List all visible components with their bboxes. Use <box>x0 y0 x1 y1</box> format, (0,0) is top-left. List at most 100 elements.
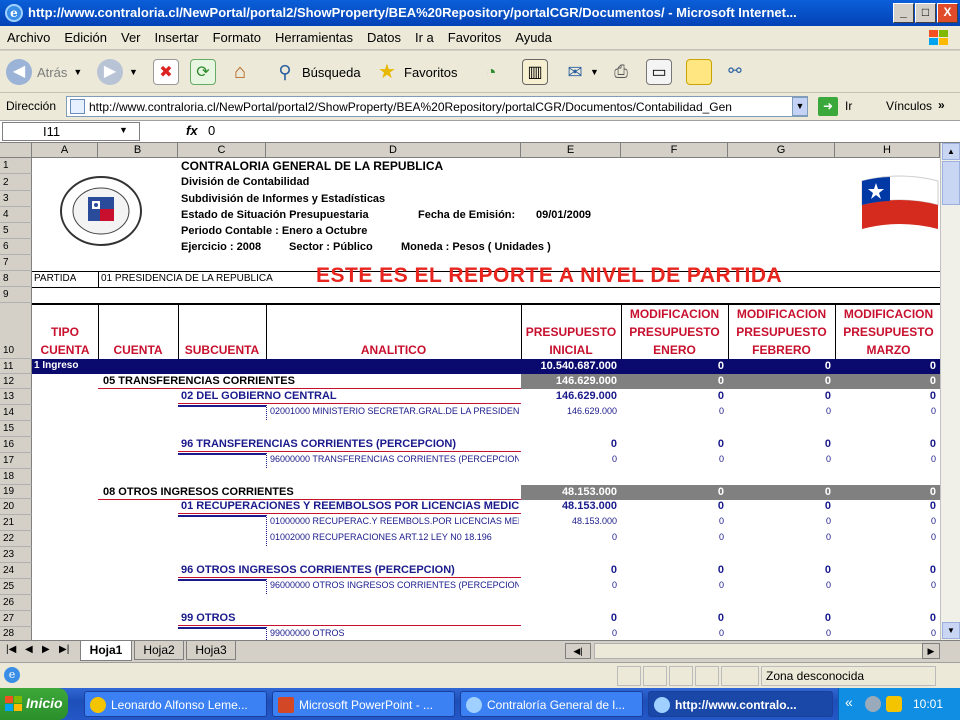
edit-button[interactable]: ▭ <box>646 57 672 87</box>
first-sheet-icon[interactable]: |◀ <box>6 644 16 655</box>
column-header-a[interactable]: A <box>32 143 98 158</box>
menu-favoritos[interactable]: Favoritos <box>441 26 508 45</box>
row-header[interactable]: 14 <box>0 405 32 421</box>
menu-edicion[interactable]: Edición <box>57 26 114 45</box>
column-header-f[interactable]: F <box>621 143 728 158</box>
window-title-bar[interactable]: e http://www.contraloria.cl/NewPortal/po… <box>0 0 960 26</box>
home-button[interactable]: ⌂ <box>227 57 253 87</box>
search-button[interactable]: ⚲ Búsqueda <box>272 57 360 87</box>
row-header[interactable]: 22 <box>0 531 32 547</box>
row-header[interactable]: 9 <box>0 287 32 303</box>
hscroll-right-button[interactable]: ▶ <box>922 643 940 659</box>
row-header[interactable]: 20 <box>0 499 32 515</box>
formula-value[interactable]: 0 <box>208 123 215 138</box>
row-header[interactable]: 4 <box>0 207 32 223</box>
menu-datos[interactable]: Datos <box>360 26 408 45</box>
history-icon: ◔ <box>485 62 497 82</box>
function-icon[interactable]: fx <box>186 123 198 138</box>
horizontal-scrollbar[interactable] <box>594 643 940 659</box>
row-header[interactable]: 26 <box>0 595 32 611</box>
task-leonardo[interactable]: Leonardo Alfonso Leme... <box>84 691 267 717</box>
header-cuenta: CUENTA <box>113 343 163 357</box>
next-sheet-icon[interactable]: ▶ <box>42 644 50 655</box>
row-header[interactable]: 15 <box>0 421 32 437</box>
row-header[interactable]: 3 <box>0 191 32 207</box>
scroll-up-button[interactable]: ▲ <box>942 143 960 160</box>
history-button[interactable]: ◔ <box>478 57 504 87</box>
row-header[interactable]: 24 <box>0 563 32 579</box>
messenger-button[interactable]: ⚯ <box>722 57 748 87</box>
favorites-button[interactable]: ★ Favoritos <box>374 57 457 87</box>
row-header[interactable]: 8 <box>0 271 32 287</box>
row-header[interactable]: 19 <box>0 485 32 499</box>
links-chevron-icon[interactable]: » <box>938 98 945 112</box>
forward-button[interactable]: ▶ ▼ <box>97 57 138 87</box>
task-contraloria[interactable]: Contraloría General de l... <box>460 691 643 717</box>
select-all-corner[interactable] <box>0 143 32 158</box>
volume-icon[interactable] <box>886 696 902 712</box>
last-sheet-icon[interactable]: ▶| <box>59 644 69 655</box>
scroll-down-button[interactable]: ▼ <box>942 622 960 639</box>
row-header[interactable]: 12 <box>0 374 32 389</box>
menu-ver[interactable]: Ver <box>114 26 148 45</box>
maximize-button[interactable]: □ <box>915 3 936 23</box>
column-header-e[interactable]: E <box>521 143 621 158</box>
vertical-scrollbar[interactable]: ▲ ▼ <box>940 143 960 640</box>
menu-insertar[interactable]: Insertar <box>148 26 206 45</box>
tab-hoja1[interactable]: Hoja1 <box>80 641 132 661</box>
menu-archivo[interactable]: Archivo <box>0 26 57 45</box>
address-input[interactable]: http://www.contraloria.cl/NewPortal/port… <box>66 96 808 117</box>
name-box[interactable]: I11 ▼ <box>2 122 140 141</box>
row-header[interactable]: 27 <box>0 611 32 627</box>
back-button[interactable]: ◀ Atrás ▼ <box>6 57 82 87</box>
column-header-b[interactable]: B <box>98 143 178 158</box>
row-header[interactable]: 10 <box>0 303 32 359</box>
close-button[interactable]: X <box>937 3 958 23</box>
spreadsheet-grid[interactable]: A B C D E F G H 1 2 3 4 5 6 7 8 9 10 11 12 13 14 15 16 1… <box>0 143 940 640</box>
column-header-c[interactable]: C <box>178 143 266 158</box>
menu-ir-a[interactable]: Ir a <box>408 26 441 45</box>
column-header-h[interactable]: H <box>835 143 940 158</box>
row-header[interactable]: 6 <box>0 239 32 255</box>
task-label: Contraloría General de l... <box>487 698 626 712</box>
row-header[interactable]: 21 <box>0 515 32 531</box>
row-header[interactable]: 28 <box>0 627 32 640</box>
prev-sheet-icon[interactable]: ◀ <box>25 644 33 655</box>
address-dropdown-button[interactable]: ▼ <box>792 97 808 116</box>
row-header[interactable]: 18 <box>0 469 32 485</box>
menu-herramientas[interactable]: Herramientas <box>268 26 360 45</box>
scroll-thumb[interactable] <box>942 161 960 205</box>
column-header-g[interactable]: G <box>728 143 835 158</box>
research-button[interactable]: ▥ <box>522 57 548 87</box>
print-button[interactable]: ⎙ <box>608 57 634 87</box>
row-header[interactable]: 11 <box>0 359 32 374</box>
network-icon[interactable] <box>865 696 881 712</box>
hscroll-left-button[interactable]: ◀| <box>565 643 591 659</box>
go-label[interactable]: Ir <box>845 99 852 113</box>
tab-hoja2[interactable]: Hoja2 <box>134 641 184 660</box>
minimize-button[interactable]: _ <box>893 3 914 23</box>
row-header[interactable]: 17 <box>0 453 32 469</box>
tab-hoja3[interactable]: Hoja3 <box>186 641 236 660</box>
row-header[interactable]: 5 <box>0 223 32 239</box>
mail-button[interactable]: ✉ ▼ <box>562 57 598 87</box>
row-header[interactable]: 13 <box>0 389 32 405</box>
go-arrow-icon[interactable]: ➜ <box>818 97 838 116</box>
discuss-button[interactable] <box>686 57 712 87</box>
row-header[interactable]: 2 <box>0 174 32 191</box>
row-header[interactable]: 16 <box>0 437 32 453</box>
menu-ayuda[interactable]: Ayuda <box>508 26 559 45</box>
row-header[interactable]: 23 <box>0 547 32 563</box>
column-header-d[interactable]: D <box>266 143 521 158</box>
links-label[interactable]: Vínculos <box>886 99 932 113</box>
row-header[interactable]: 7 <box>0 255 32 271</box>
tray-chevron[interactable]: « <box>845 694 853 710</box>
row-header[interactable]: 25 <box>0 579 32 595</box>
stop-button[interactable]: ✖ <box>153 57 179 87</box>
start-button[interactable]: Inicio <box>0 688 68 720</box>
refresh-button[interactable]: ⟳ <box>190 57 216 87</box>
task-active-browser[interactable]: http://www.contralo... <box>648 691 833 717</box>
task-powerpoint[interactable]: Microsoft PowerPoint - ... <box>272 691 455 717</box>
menu-formato[interactable]: Formato <box>206 26 268 45</box>
row-header[interactable]: 1 <box>0 158 32 174</box>
